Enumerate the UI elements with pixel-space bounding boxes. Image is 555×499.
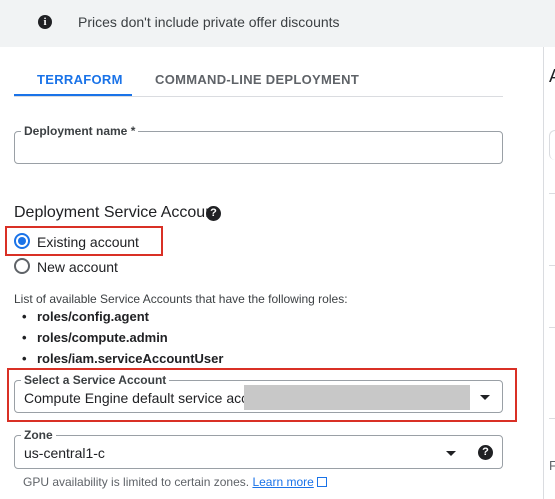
dropdown-arrow-icon[interactable] — [446, 451, 456, 456]
right-panel-divider — [549, 265, 555, 266]
info-banner: i Prices don't include private offer dis… — [0, 0, 555, 47]
zone-help-icon[interactable]: ? — [478, 445, 493, 460]
role-item: roles/compute.admin — [22, 330, 168, 345]
deployment-name-label: Deployment name * — [21, 124, 139, 138]
right-panel-divider — [549, 418, 555, 419]
dropdown-arrow-icon[interactable] — [480, 395, 490, 400]
tab-divider — [14, 96, 503, 97]
service-account-section-title: Deployment Service Account — [14, 204, 219, 221]
gpu-note-text: GPU availability is limited to certain z… — [23, 475, 250, 489]
gpu-availability-note: GPU availability is limited to certain z… — [23, 475, 327, 489]
existing-account-label[interactable]: Existing account — [37, 234, 139, 250]
tab-terraform[interactable]: TERRAFORM — [37, 72, 123, 87]
new-account-radio[interactable] — [14, 258, 30, 274]
zone-select[interactable]: Zone us-central1-c ? — [14, 428, 503, 469]
service-account-select[interactable]: Select a Service Account Compute Engine … — [14, 373, 503, 413]
tab-command-line-deployment[interactable]: COMMAND-LINE DEPLOYMENT — [155, 72, 359, 87]
banner-text: Prices don't include private offer disco… — [78, 14, 340, 30]
right-panel-divider — [549, 327, 555, 328]
right-panel-heading: A — [549, 66, 555, 87]
info-icon: i — [38, 15, 52, 29]
role-item: roles/config.agent — [22, 309, 149, 324]
service-account-select-label: Select a Service Account — [21, 373, 170, 387]
roles-intro-text: List of available Service Accounts that … — [14, 292, 348, 306]
learn-more-link[interactable]: Learn more — [252, 475, 313, 489]
right-side-panel — [543, 47, 555, 499]
existing-account-radio[interactable] — [14, 233, 30, 249]
help-icon[interactable]: ? — [206, 206, 221, 221]
right-panel-divider — [549, 193, 555, 194]
right-panel-footer-text: F — [549, 458, 555, 473]
redacted-region — [244, 385, 470, 410]
right-panel-card-edge — [549, 130, 555, 160]
zone-value: us-central1-c — [24, 445, 105, 461]
deployment-name-field[interactable]: Deployment name * — [14, 124, 503, 164]
role-item: roles/iam.serviceAccountUser — [22, 351, 223, 366]
zone-label: Zone — [21, 428, 56, 442]
service-account-select-value: Compute Engine default service account — [24, 390, 276, 406]
external-link-icon — [316, 477, 327, 487]
new-account-label[interactable]: New account — [37, 259, 118, 275]
